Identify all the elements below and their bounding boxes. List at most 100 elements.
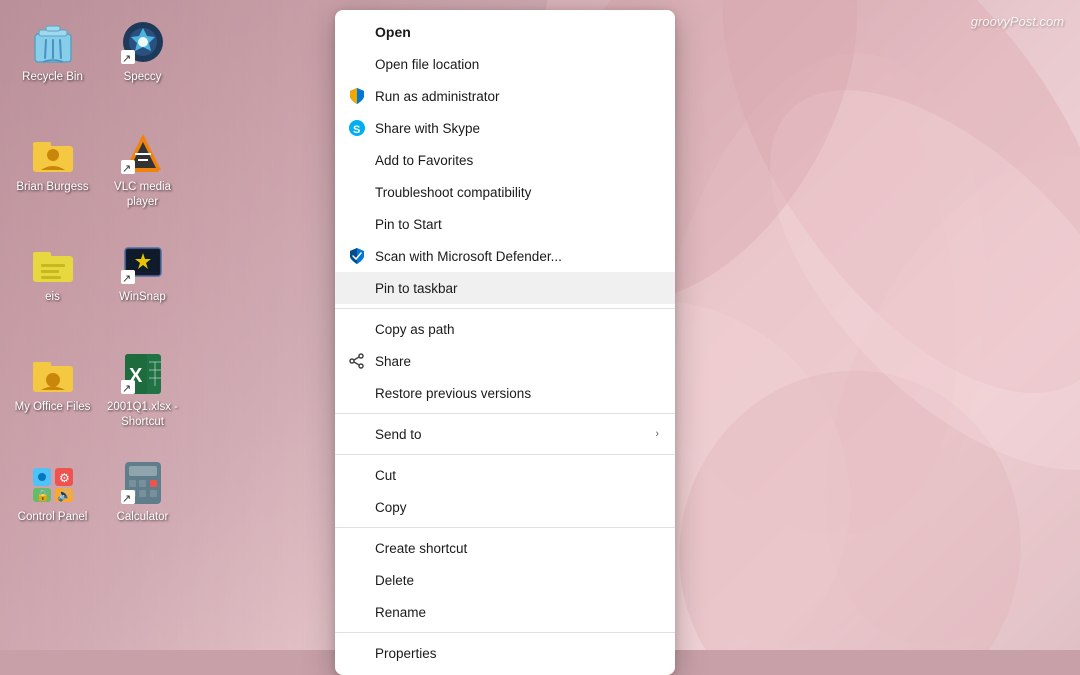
menu-label-add-favorites: Add to Favorites [375,153,659,168]
menu-icon-open [347,22,367,42]
calculator-icon-img: ↗ [119,458,167,506]
speccy-label: Speccy [124,70,162,85]
watermark: groovyPost.com [971,14,1064,29]
menu-icon-rename [347,602,367,622]
desktop-icon-excel-shortcut[interactable]: X ↗ 2001Q1.xlsx - Shortcut [100,340,185,450]
menu-label-cut: Cut [375,468,659,483]
brian-burgess-label: Brian Burgess [16,180,88,195]
excel-icon: X ↗ [121,350,165,394]
menu-item-cut[interactable]: Cut [335,459,675,491]
svg-text:🔊: 🔊 [57,487,72,502]
eis-label: eis [45,290,60,305]
menu-icon-properties [347,643,367,663]
menu-icon-cut [347,465,367,485]
menu-icon-create-shortcut [347,538,367,558]
folder-user-icon [31,130,75,174]
menu-label-copy-path: Copy as path [375,322,659,337]
winsnap-label: WinSnap [119,290,166,305]
desktop-icon-control-panel[interactable]: ⚙ 🔒 🔊 Control Panel [10,450,95,560]
svg-text:⚙: ⚙ [59,471,70,485]
my-office-files-icon-img [29,348,77,396]
menu-item-open[interactable]: Open [335,16,675,48]
menu-label-run-as-admin: Run as administrator [375,89,659,104]
menu-icon-copy-path [347,319,367,339]
menu-label-open: Open [375,24,659,40]
desktop-icon-winsnap[interactable]: ↗ WinSnap [100,230,185,340]
menu-label-share-skype: Share with Skype [375,121,659,136]
desktop-icon-eis[interactable]: eis [10,230,95,340]
menu-icon-pin-start [347,214,367,234]
menu-label-share: Share [375,354,659,369]
desktop-icon-vlc[interactable]: ↗ VLC media player [100,120,185,230]
menu-item-rename[interactable]: Rename [335,596,675,628]
menu-icon-run-as-admin [347,86,367,106]
desktop-icon-my-office-files[interactable]: My Office Files [10,340,95,450]
vlc-label: VLC media player [103,180,183,210]
skype-icon: S [348,119,366,137]
speccy-icon-img: ↗ [119,18,167,66]
svg-text:↗: ↗ [122,53,131,64]
menu-icon-send-to [347,424,367,444]
svg-text:↗: ↗ [122,163,131,174]
svg-text:S: S [353,124,360,136]
eis-folder-icon [31,240,75,284]
uac-shield-icon [348,87,366,105]
menu-separator-4 [335,527,675,528]
menu-item-scan-defender[interactable]: Scan with Microsoft Defender... [335,240,675,272]
menu-label-pin-start: Pin to Start [375,217,659,232]
menu-item-pin-start[interactable]: Pin to Start [335,208,675,240]
desktop-icon-calculator[interactable]: ↗ Calculator [100,450,185,560]
menu-separator-1 [335,308,675,309]
menu-label-restore-prev: Restore previous versions [375,386,659,401]
menu-label-copy: Copy [375,500,659,515]
menu-icon-troubleshoot [347,182,367,202]
control-panel-icon-img: ⚙ 🔒 🔊 [29,458,77,506]
menu-icon-open-file-location [347,54,367,74]
menu-item-open-file-location[interactable]: Open file location [335,48,675,80]
desktop-icons-area: Recycle Bin ↗ Speccy [10,10,190,670]
menu-icon-share-skype: S [347,118,367,138]
menu-label-properties: Properties [375,646,659,661]
winsnap-icon: ↗ [121,240,165,284]
menu-item-run-as-admin[interactable]: Run as administrator [335,80,675,112]
excel-shortcut-label: 2001Q1.xlsx - Shortcut [103,400,183,430]
menu-icon-copy [347,497,367,517]
menu-separator-5 [335,632,675,633]
menu-icon-scan-defender [347,246,367,266]
menu-label-pin-taskbar: Pin to taskbar [375,281,659,296]
menu-item-troubleshoot[interactable]: Troubleshoot compatibility [335,176,675,208]
menu-item-restore-prev[interactable]: Restore previous versions [335,377,675,409]
recycle-bin-icon-img [29,18,77,66]
vlc-icon: ↗ [121,130,165,174]
menu-item-pin-taskbar[interactable]: Pin to taskbar [335,272,675,304]
menu-item-share[interactable]: Share [335,345,675,377]
menu-item-share-skype[interactable]: S Share with Skype [335,112,675,144]
menu-icon-share [347,351,367,371]
menu-item-copy-path[interactable]: Copy as path [335,313,675,345]
speccy-icon: ↗ [121,20,165,64]
menu-icon-add-favorites [347,150,367,170]
menu-item-create-shortcut[interactable]: Create shortcut [335,532,675,564]
context-menu: Open Open file location Run as administr… [335,10,675,675]
menu-label-create-shortcut: Create shortcut [375,541,659,556]
vlc-icon-img: ↗ [119,128,167,176]
svg-text:↗: ↗ [122,273,131,284]
my-office-files-label: My Office Files [15,400,91,415]
desktop-icon-brian-burgess[interactable]: Brian Burgess [10,120,95,230]
menu-item-copy[interactable]: Copy [335,491,675,523]
menu-item-send-to[interactable]: Send to › [335,418,675,450]
eis-icon-img [29,238,77,286]
share-icon [349,353,365,369]
defender-shield-icon [348,247,366,265]
menu-label-delete: Delete [375,573,659,588]
calculator-label: Calculator [117,510,169,525]
desktop-icon-speccy[interactable]: ↗ Speccy [100,10,185,120]
menu-icon-pin-taskbar [347,278,367,298]
brian-burgess-icon-img [29,128,77,176]
menu-separator-3 [335,454,675,455]
menu-item-properties[interactable]: Properties [335,637,675,669]
menu-item-add-favorites[interactable]: Add to Favorites [335,144,675,176]
menu-label-troubleshoot: Troubleshoot compatibility [375,185,659,200]
menu-item-delete[interactable]: Delete [335,564,675,596]
desktop-icon-recycle-bin[interactable]: Recycle Bin [10,10,95,120]
